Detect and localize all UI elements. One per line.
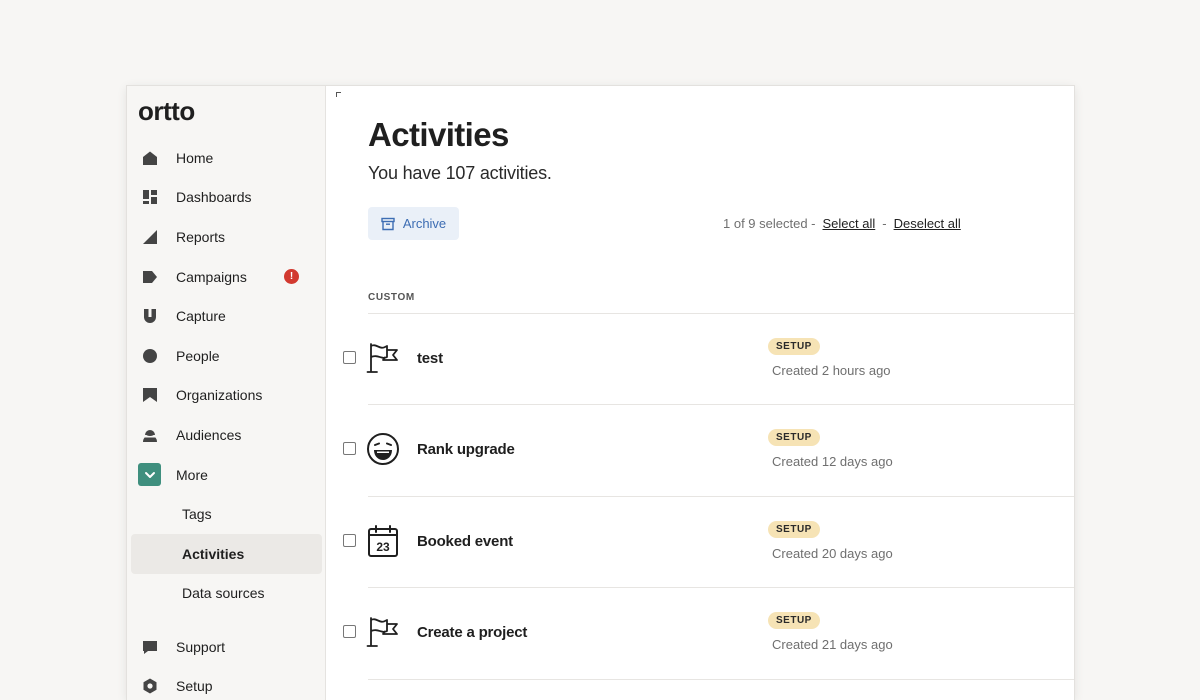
alert-badge: ! [284,268,299,284]
sidebar-item-more[interactable]: More [127,455,326,495]
flag-icon [366,341,400,375]
activity-row[interactable]: 23 Booked event SETUP Created 20 days ag… [343,495,1074,587]
section-label-custom: CUSTOM [368,292,415,303]
campaigns-icon [142,269,158,285]
reports-icon [142,229,158,245]
activity-row[interactable]: Rank upgrade SETUP Created 12 days ago [343,404,1074,495]
sidebar-item-home[interactable]: Home [127,138,326,178]
sidebar-item-reports[interactable]: Reports [127,217,326,257]
setup-icon [142,678,158,694]
sidebar-subitem-tags[interactable]: Tags [131,494,322,534]
row-checkbox[interactable] [343,533,356,547]
sidebar-item-label: Home [176,149,214,166]
sidebar: ortto Home Dashboards Reports Campaigns … [127,86,326,700]
selection-status: 1 of 9 selected - [723,216,816,231]
calendar-day: 23 [376,540,390,554]
sidebar-item-label: Organizations [176,387,263,404]
sidebar-item-setup[interactable]: Setup [127,667,326,700]
sidebar-item-support[interactable]: Support [127,627,326,667]
sidebar-item-audiences[interactable]: Audiences [127,415,326,455]
created-timestamp: Created 12 days ago [772,454,893,470]
sidebar-item-capture[interactable]: Capture [127,296,326,336]
status-badge: SETUP [768,429,820,447]
laughing-face-icon [366,432,400,466]
activity-row[interactable]: test SETUP Created 2 hours ago [343,313,1074,404]
activity-row-divider [368,678,1074,680]
activity-name[interactable]: Booked event [417,533,513,550]
app-window: ortto Home Dashboards Reports Campaigns … [127,86,1074,700]
ortto-logo[interactable]: ortto [138,96,195,127]
sidebar-subitem-data-sources[interactable]: Data sources [131,574,322,614]
sidebar-item-people[interactable]: People [127,336,326,376]
activity-name[interactable]: Rank upgrade [417,441,515,458]
selection-separator: - [882,216,887,231]
sidebar-item-organizations[interactable]: Organizations [127,376,326,416]
archive-button[interactable]: Archive [368,207,459,240]
corner-mark [336,92,341,97]
sidebar-subitem-activities[interactable]: Activities [131,533,322,574]
sidebar-item-label: Campaigns [176,268,247,285]
capture-icon [142,308,158,324]
sidebar-item-label: Setup [176,678,213,695]
activity-count-subtitle: You have 107 activities. [368,163,552,183]
status-badge: SETUP [768,520,820,538]
activity-list: test SETUP Created 2 hours ago Rank upgr… [343,313,1074,680]
audiences-icon [142,427,158,443]
status-badge: SETUP [768,612,820,630]
organizations-icon [142,387,158,403]
created-timestamp: Created 2 hours ago [772,363,891,378]
sidebar-item-label: Support [176,638,226,655]
activity-row[interactable]: Create a project SETUP Created 21 days a… [343,587,1074,678]
archive-button-label: Archive [402,216,447,231]
selection-bar: 1 of 9 selected - Select all - Deselect … [723,216,961,231]
sidebar-bottom-nav: Support Setup [127,627,326,700]
row-checkbox[interactable] [343,442,356,456]
created-timestamp: Created 21 days ago [772,637,893,653]
deselect-all-link[interactable]: Deselect all [894,216,961,231]
people-icon [142,348,158,364]
activity-name[interactable]: test [417,350,443,367]
archive-icon [381,217,395,230]
select-all-link[interactable]: Select all [823,216,876,231]
sidebar-item-label: Reports [176,228,226,245]
sidebar-item-label: More [176,466,208,483]
sidebar-item-label: People [176,347,220,364]
row-checkbox[interactable] [343,625,356,639]
flag-icon [366,615,400,649]
home-icon [142,150,158,166]
sidebar-item-campaigns[interactable]: Campaigns ! [127,257,326,297]
created-timestamp: Created 20 days ago [772,545,893,561]
sidebar-item-dashboards[interactable]: Dashboards [127,178,326,218]
sidebar-item-label: Audiences [176,426,242,443]
activity-name[interactable]: Create a project [417,624,527,641]
row-checkbox[interactable] [343,351,356,364]
sidebar-item-label: Capture [176,308,226,325]
support-icon [142,639,158,655]
page-title: Activities [368,116,509,153]
chevron-down-icon [138,463,161,487]
main-content: Activities You have 107 activities. Arch… [326,86,1074,700]
sidebar-nav: Home Dashboards Reports Campaigns ! Capt… [127,138,326,613]
status-badge: SETUP [768,338,820,355]
calendar-icon: 23 [366,524,400,558]
sidebar-item-label: Dashboards [176,189,252,206]
dashboard-icon [142,189,158,205]
